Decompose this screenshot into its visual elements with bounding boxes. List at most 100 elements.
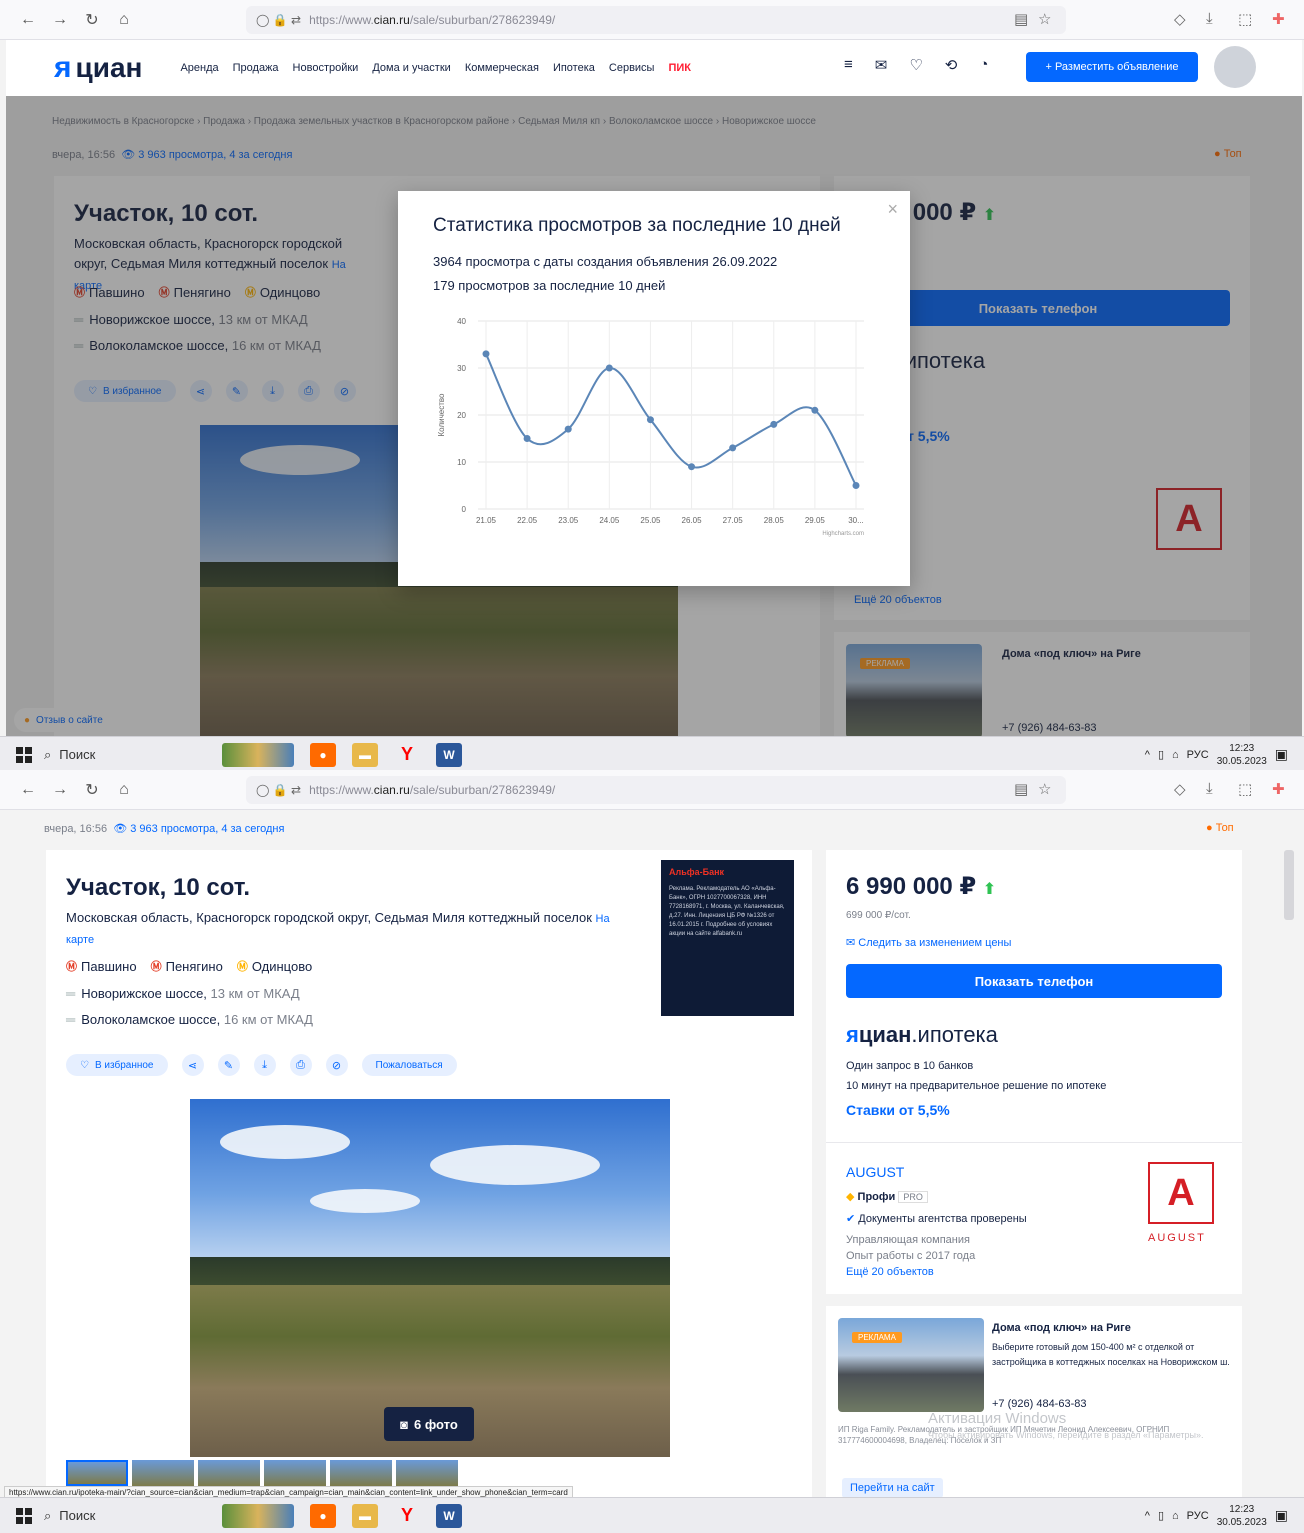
photo-thumbnail[interactable] [330,1460,392,1486]
network-icon[interactable]: ⌂ [1172,749,1179,761]
agency-name[interactable]: AUGUST [846,1164,904,1180]
photo-thumbnail[interactable] [132,1460,194,1486]
favorites-icon[interactable]: ♡ [909,56,922,74]
ad-phone[interactable]: +7 (926) 484-63-83 [992,1398,1086,1410]
taskbar-widget-image[interactable] [222,742,294,767]
download-pdf-icon[interactable]: ⤓ [253,1054,276,1076]
extensions-icon[interactable]: ⬚ [1238,10,1252,28]
clock[interactable]: 12:23 30.05.2023 [1217,742,1267,768]
avatar[interactable] [1214,46,1256,88]
alfa-bank-promo[interactable]: Альфа-Банк Реклама. Рекламодатель АО «Ал… [661,860,794,1016]
tray-chevron-icon[interactable]: ^ [1145,1510,1150,1522]
taskbar-search[interactable]: ⌕ Поиск [44,1508,214,1524]
reload-icon[interactable]: ↻ [76,10,108,30]
menu-item-pik[interactable]: ПИК [668,62,691,74]
metro-name: Одинцово [251,958,313,974]
tray-chevron-icon[interactable]: ^ [1145,749,1150,761]
firefox-icon[interactable]: ● [310,1503,336,1528]
reload-icon[interactable]: ↻ [76,780,108,800]
photo-thumbnail[interactable] [198,1460,260,1486]
share-icon[interactable]: ⋖ [181,1054,204,1076]
taskbar-widget-image[interactable] [222,1503,294,1528]
notifications-icon[interactable]: ▣ [1275,1507,1288,1524]
bookmark-star-icon[interactable]: ☆ [1038,780,1051,798]
show-phone-button[interactable]: Показать телефон [846,964,1222,998]
saved-search-icon[interactable]: ⟲ [945,56,958,74]
download-icon[interactable]: ⤓ [1206,10,1213,27]
yandex-icon[interactable]: Y [394,743,420,767]
hide-icon[interactable]: ⊘ [325,1054,348,1076]
back-icon[interactable]: ← [12,11,44,29]
url-bar[interactable]: ◯ 🔒 ⇄ https://www. cian.ru/sale/suburban/… [246,6,1066,34]
yandex-icon[interactable]: Y [394,1504,420,1528]
post-ad-button[interactable]: + Разместить объявление [1026,52,1198,82]
clock[interactable]: 12:23 30.05.2023 [1217,1503,1267,1529]
close-icon[interactable]: × [887,199,898,220]
windows-start-icon[interactable] [16,746,32,763]
file-explorer-icon[interactable]: ▬ [352,742,378,767]
complain-button[interactable]: Пожаловаться [361,1054,457,1076]
print-icon[interactable]: ⎙ [289,1054,312,1076]
language-indicator[interactable]: РУС [1187,749,1209,761]
ad-title[interactable]: Дома «под ключ» на Риге [992,1322,1131,1334]
menu-item[interactable]: Сервисы [609,62,655,74]
taskbar-search[interactable]: ⌕ Поиск [44,747,214,763]
edit-icon[interactable]: ✎ [217,1054,240,1076]
file-explorer-icon[interactable]: ▬ [352,1503,378,1528]
rates-link[interactable]: Ставки от 5,5% [846,1102,950,1118]
agency-badge-label: Профи [857,1191,896,1203]
listing-photo[interactable]: ◙ 6 фото [190,1099,670,1457]
home-icon[interactable]: ⌂ [108,781,140,799]
battery-icon[interactable]: ▯ [1158,1509,1164,1522]
url-path: /sale/suburban/278623949/ [409,783,556,797]
photo-thumbnail[interactable] [66,1460,128,1486]
metro-station[interactable]: Ⓜ Павшино [66,958,137,974]
forward-icon[interactable]: → [44,781,76,799]
menu-item[interactable]: Коммерческая [465,62,539,74]
notifications-icon[interactable]: ▣ [1275,746,1288,763]
reader-icon[interactable]: ▤ [1014,780,1028,798]
favorite-button[interactable]: ♡ В избранное [66,1054,168,1076]
word-icon[interactable]: W [436,1503,462,1528]
cian-logo[interactable]: ᴙ циан [54,51,142,85]
august-logo[interactable]: A [1148,1162,1214,1224]
extensions-icon[interactable]: ⬚ [1238,780,1252,798]
metro-station[interactable]: Ⓜ Одинцово [237,958,312,974]
compare-icon[interactable]: ≡ [844,56,853,74]
windows-start-icon[interactable] [16,1507,32,1524]
top-link[interactable]: ● Топ [1206,822,1234,834]
download-icon[interactable]: ⤓ [1206,780,1213,797]
forward-icon[interactable]: → [44,11,76,29]
url-bar[interactable]: ◯ 🔒 ⇄ https://www. cian.ru/sale/suburban/… [246,776,1066,804]
photo-thumbnail[interactable] [396,1460,458,1486]
battery-icon[interactable]: ▯ [1158,748,1164,761]
bookmark-star-icon[interactable]: ☆ [1038,10,1051,28]
addon-icon[interactable]: ✚ [1272,10,1285,28]
photo-thumbnail[interactable] [264,1460,326,1486]
more-objects-link[interactable]: Ещё 20 объектов [846,1266,934,1278]
menu-item[interactable]: Ипотека [553,62,595,74]
photo-count-button[interactable]: ◙ 6 фото [384,1407,474,1441]
network-icon[interactable]: ⌂ [1172,1510,1179,1522]
messages-icon[interactable]: ✉ [875,56,888,74]
pocket-icon[interactable]: ◇ [1174,780,1186,798]
notifications-icon[interactable]: ◔ [979,56,988,74]
subscribe-price-link[interactable]: ✉ Следить за изменением цены [846,936,1011,949]
home-icon[interactable]: ⌂ [108,11,140,29]
addon-icon[interactable]: ✚ [1272,780,1285,798]
reader-icon[interactable]: ▤ [1014,10,1028,28]
camera-icon: ◙ [400,1416,409,1432]
word-icon[interactable]: W [436,742,462,767]
language-indicator[interactable]: РУС [1187,1510,1209,1522]
back-icon[interactable]: ← [12,781,44,799]
metro-station[interactable]: Ⓜ Пенягино [151,958,223,974]
firefox-icon[interactable]: ● [310,742,336,767]
menu-item[interactable]: Аренда [180,62,218,74]
pocket-icon[interactable]: ◇ [1174,10,1186,28]
views-count[interactable]: 3 963 просмотра, 4 за сегодня [130,823,284,835]
menu-item[interactable]: Продажа [233,62,279,74]
scrollbar-thumb[interactable] [1284,850,1294,920]
menu-item[interactable]: Новостройки [293,62,359,74]
go-to-site-link[interactable]: Перейти на сайт [842,1478,943,1498]
menu-item[interactable]: Дома и участки [372,62,450,74]
